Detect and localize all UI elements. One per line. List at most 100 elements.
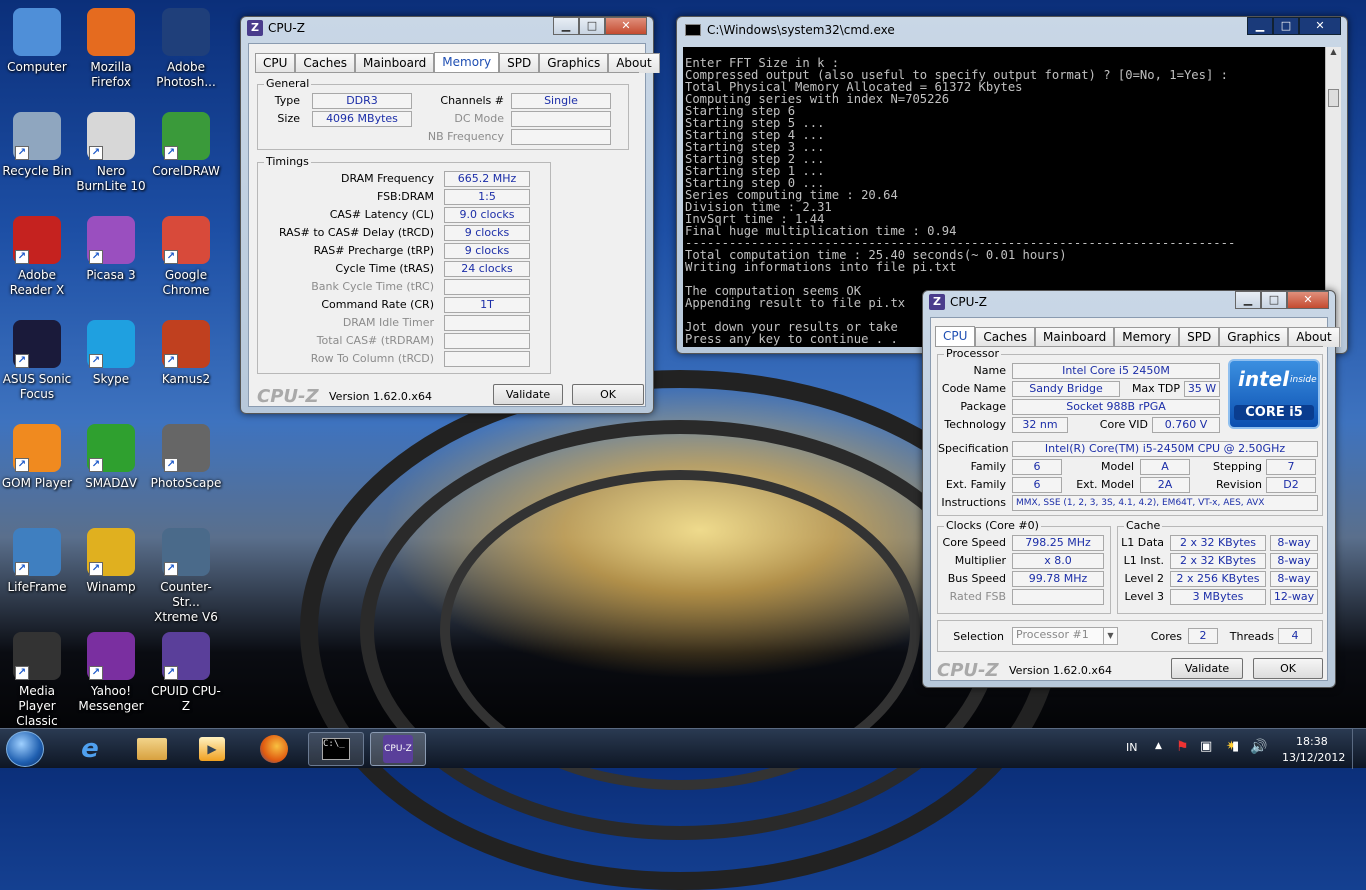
tab-spd[interactable]: SPD [1179, 327, 1220, 347]
shortcut-arrow-icon: ↗ [89, 562, 103, 576]
instructions-value: MMX, SSE (1, 2, 3, 3S, 4.1, 4.2), EM64T,… [1012, 495, 1318, 511]
intel-core-i5-logo: intel inside CORE i5 [1228, 359, 1320, 429]
selection-group: Selection Processor #1 ▼ Cores 2 Threads… [937, 620, 1323, 652]
l1-inst-value: 2 x 32 KBytes [1170, 553, 1266, 569]
desktop-shortcut[interactable]: ↗ Picasa 3 [74, 216, 148, 283]
cpuz-cpu-window[interactable]: Z CPU-Z ▁ □ ✕ CPU Caches Mainboard Memory SP… [922, 290, 1340, 688]
desktop-shortcut[interactable]: Mozilla Firefox [74, 8, 148, 90]
cpuz-icon[interactable]: CPU-Z [370, 732, 426, 766]
chevron-down-icon[interactable]: ▼ [1103, 628, 1117, 644]
validate-button[interactable]: Validate [1171, 658, 1243, 679]
desktop-shortcut[interactable]: ↗ Skype [74, 320, 148, 387]
maximize-button[interactable]: □ [1261, 291, 1287, 309]
volume-icon[interactable]: 🔊 [1250, 739, 1267, 755]
tab-memory[interactable]: Memory [434, 52, 500, 73]
timing-value [444, 351, 530, 367]
tab-cpu[interactable]: CPU [935, 326, 976, 347]
scroll-up-icon[interactable]: ▲ [1326, 47, 1341, 56]
power-icon[interactable]: ▮ [1232, 739, 1239, 754]
ok-button[interactable]: OK [572, 384, 644, 405]
desktop-shortcut[interactable]: ↗ Recycle Bin [0, 112, 74, 179]
selection-label: Selection [953, 630, 1004, 643]
language-indicator[interactable]: IN [1126, 741, 1137, 754]
desktop-shortcut[interactable]: ↗ Media Player Classic [0, 632, 74, 729]
tab-mainboard[interactable]: Mainboard [1034, 327, 1115, 347]
picasa-icon: ↗ [87, 216, 135, 264]
ok-button[interactable]: OK [1253, 658, 1323, 679]
windows-start-icon[interactable] [6, 731, 44, 767]
media-player-icon[interactable]: ▶ [184, 732, 240, 766]
winamp-icon: ↗ [87, 528, 135, 576]
maximize-button[interactable]: □ [1273, 17, 1299, 35]
desktop-shortcut[interactable]: ↗ CorelDRAW [149, 112, 223, 179]
tab-mainboard[interactable]: Mainboard [354, 53, 435, 73]
tab-memory[interactable]: Memory [1114, 327, 1180, 347]
level2-label: Level 2 [1124, 572, 1164, 585]
tab-graphics[interactable]: Graphics [539, 53, 609, 73]
desktop-shortcut[interactable]: ↗ Nero BurnLite 10 [74, 112, 148, 194]
tab-caches[interactable]: Caches [975, 327, 1035, 347]
show-hidden-icons[interactable]: ▲ [1155, 741, 1162, 751]
action-center-icon[interactable]: ⚑ [1176, 739, 1189, 755]
desktop-shortcut[interactable]: Adobe Photosh... [149, 8, 223, 90]
minimize-button[interactable]: ▁ [1235, 291, 1261, 309]
close-button[interactable]: ✕ [1287, 291, 1329, 309]
desktop-shortcut[interactable]: ↗ Kamus2 [149, 320, 223, 387]
close-button[interactable]: ✕ [1299, 17, 1341, 35]
tab-graphics[interactable]: Graphics [1219, 327, 1289, 347]
model-label: Model [1100, 460, 1134, 473]
tab-spd[interactable]: SPD [499, 53, 540, 73]
tab-caches[interactable]: Caches [295, 53, 355, 73]
desktop-shortcut[interactable]: ↗ Google Chrome [149, 216, 223, 298]
scroll-thumb[interactable] [1328, 89, 1339, 107]
desktop-shortcut[interactable]: ↗ Winamp [74, 528, 148, 595]
l1-data-way: 8-way [1270, 535, 1318, 551]
desktop-shortcut-label: Recycle Bin [2, 164, 72, 178]
tab-about[interactable]: About [608, 53, 660, 73]
core-vid-value: 0.760 V [1152, 417, 1220, 433]
validate-button[interactable]: Validate [493, 384, 563, 405]
intel-core: CORE i5 [1234, 405, 1314, 420]
desktop-shortcut[interactable]: ↗ PhotoScape [149, 424, 223, 491]
desktop-shortcut[interactable]: ↗ LifeFrame [0, 528, 74, 595]
desktop-shortcut[interactable]: ↗ SMADΔV [74, 424, 148, 491]
maximize-button[interactable]: □ [579, 17, 605, 35]
tab-about[interactable]: About [1288, 327, 1340, 347]
desktop-shortcut[interactable]: Computer [0, 8, 74, 75]
close-button[interactable]: ✕ [605, 17, 647, 35]
clock-time[interactable]: 18:38 [1296, 735, 1328, 748]
specification-value: Intel(R) Core(TM) i5-2450M CPU @ 2.50GHz [1012, 441, 1318, 457]
tab-bar: CPU Caches Mainboard Memory SPD Graphics About [255, 52, 660, 73]
desktop-shortcut[interactable]: ↗ Counter-Str... Xtreme V6 [149, 528, 223, 625]
explorer-folder-icon[interactable] [124, 732, 180, 766]
clock-date[interactable]: 13/12/2012 [1282, 751, 1345, 764]
firefox-icon[interactable] [246, 732, 302, 766]
firefox-icon [87, 8, 135, 56]
minimize-button[interactable]: ▁ [1247, 17, 1273, 35]
device-icon[interactable]: ▣ [1200, 739, 1212, 754]
shortcut-arrow-icon: ↗ [15, 354, 29, 368]
desktop-shortcut[interactable]: ↗ CPUID CPU-Z [149, 632, 223, 714]
l1-data-value: 2 x 32 KBytes [1170, 535, 1266, 551]
minimize-button[interactable]: ▁ [553, 17, 579, 35]
level3-label: Level 3 [1124, 590, 1164, 603]
timing-value [444, 315, 530, 331]
cpuz-memory-window[interactable]: Z CPU-Z ▁ □ ✕ CPU Caches Mainboard Memory SP… [240, 16, 660, 414]
gom-player-icon: ↗ [13, 424, 61, 472]
shortcut-arrow-icon: ↗ [164, 562, 178, 576]
desktop-shortcut[interactable]: ↗ Adobe Reader X [0, 216, 74, 298]
channels-value: Single [511, 93, 611, 109]
stepping-value: 7 [1266, 459, 1316, 475]
threads-label: Threads [1229, 630, 1274, 643]
desktop-shortcut[interactable]: ↗ ASUS Sonic Focus [0, 320, 74, 402]
internet-explorer-icon[interactable]: e [62, 732, 118, 766]
processor-label: Processor [944, 347, 1001, 360]
desktop-shortcut[interactable]: ↗ GOM Player [0, 424, 74, 491]
cmd-icon[interactable]: C:\_ [308, 732, 364, 766]
tab-cpu[interactable]: CPU [255, 53, 296, 73]
show-desktop-button[interactable] [1352, 729, 1366, 769]
desktop-shortcut[interactable]: ↗ Yahoo! Messenger [74, 632, 148, 714]
processor-select[interactable]: Processor #1 ▼ [1012, 627, 1118, 645]
ext-model-value: 2A [1140, 477, 1190, 493]
desktop-shortcut-label: Nero BurnLite 10 [76, 164, 146, 193]
